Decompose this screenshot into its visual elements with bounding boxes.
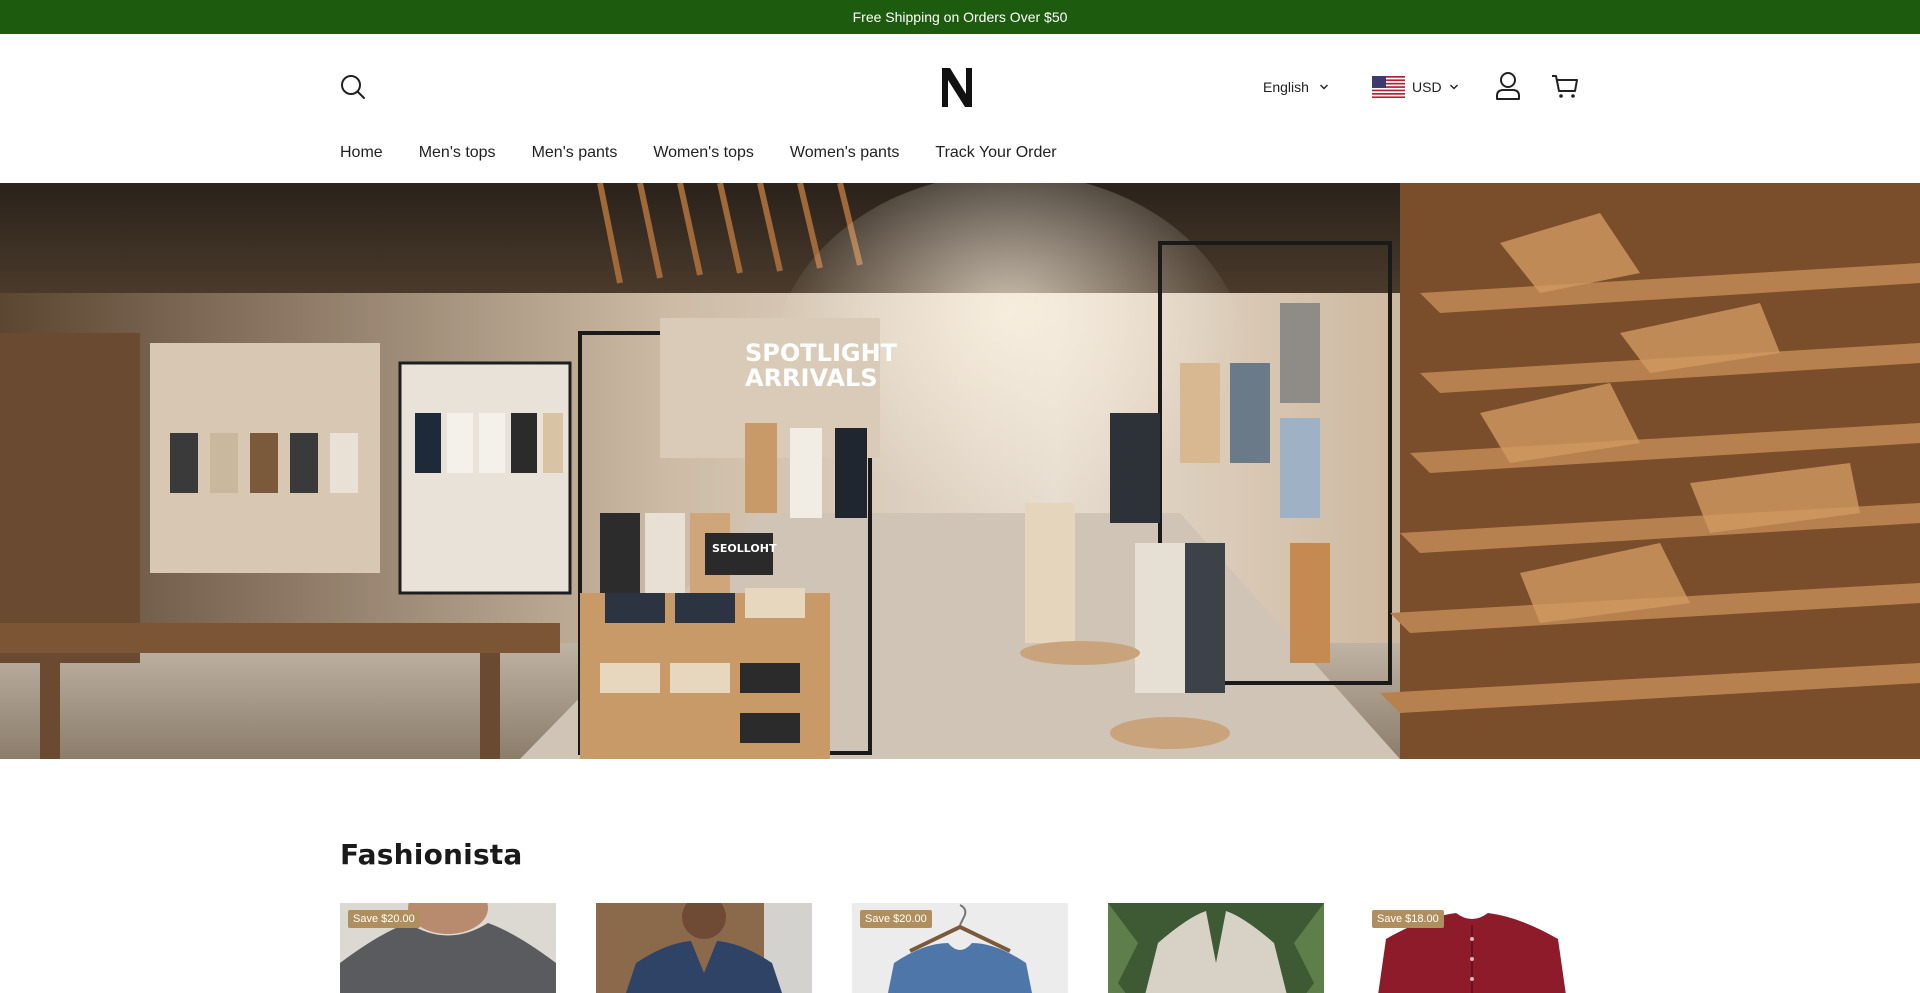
product-card[interactable] xyxy=(596,903,812,993)
nav-item-track-order[interactable]: Track Your Order xyxy=(935,144,1056,162)
nav-item-womens-tops[interactable]: Women's tops xyxy=(653,144,754,162)
product-grid: Save $20.00 Save $20.00 Save $18.00 xyxy=(340,903,1580,993)
announcement-bar: Free Shipping on Orders Over $50 xyxy=(0,0,1920,34)
hero-banner[interactable]: SPOTLIGHT ARRIVALS SEOLLOHT xyxy=(0,183,1920,759)
account-button[interactable] xyxy=(1494,71,1522,101)
discount-badge: Save $20.00 xyxy=(348,910,420,928)
product-card[interactable]: Save $20.00 xyxy=(852,903,1068,993)
chevron-down-icon xyxy=(1449,84,1458,90)
cart-icon xyxy=(1552,75,1578,98)
currency-label: USD xyxy=(1412,79,1442,95)
account-icon xyxy=(1496,72,1520,100)
site-header: English USD Home Men's tops Men's pants … xyxy=(0,34,1920,183)
announcement-text: Free Shipping on Orders Over $50 xyxy=(852,9,1068,25)
language-selector[interactable]: English xyxy=(1263,77,1329,97)
product-image xyxy=(596,903,812,993)
product-image xyxy=(1108,903,1324,993)
nav-item-womens-pants[interactable]: Women's pants xyxy=(790,144,899,162)
section-title: Fashionista xyxy=(340,838,523,871)
hero-store-image: SPOTLIGHT ARRIVALS SEOLLOHT xyxy=(0,183,1920,759)
nav-item-mens-pants[interactable]: Men's pants xyxy=(532,144,618,162)
hero-small-sign: SEOLLOHT xyxy=(712,542,777,555)
search-button[interactable] xyxy=(338,72,368,102)
product-card[interactable]: Save $20.00 xyxy=(340,903,556,993)
discount-badge: Save $18.00 xyxy=(1372,910,1444,928)
logo-n-icon xyxy=(942,68,972,107)
hero-sign-line1: SPOTLIGHT xyxy=(745,339,898,367)
main-nav: Home Men's tops Men's pants Women's tops… xyxy=(340,144,1057,162)
cart-button[interactable] xyxy=(1550,71,1580,101)
nav-item-home[interactable]: Home xyxy=(340,144,383,162)
language-label: English xyxy=(1263,79,1309,95)
discount-badge: Save $20.00 xyxy=(860,910,932,928)
site-logo[interactable] xyxy=(937,64,977,110)
us-flag-icon xyxy=(1372,76,1405,98)
nav-item-mens-tops[interactable]: Men's tops xyxy=(419,144,496,162)
product-card[interactable] xyxy=(1108,903,1324,993)
search-icon xyxy=(341,75,365,99)
chevron-down-icon xyxy=(1319,84,1328,90)
currency-selector[interactable]: USD xyxy=(1372,74,1459,100)
product-card[interactable]: Save $18.00 xyxy=(1364,903,1580,993)
hero-sign-line2: ARRIVALS xyxy=(745,364,878,392)
